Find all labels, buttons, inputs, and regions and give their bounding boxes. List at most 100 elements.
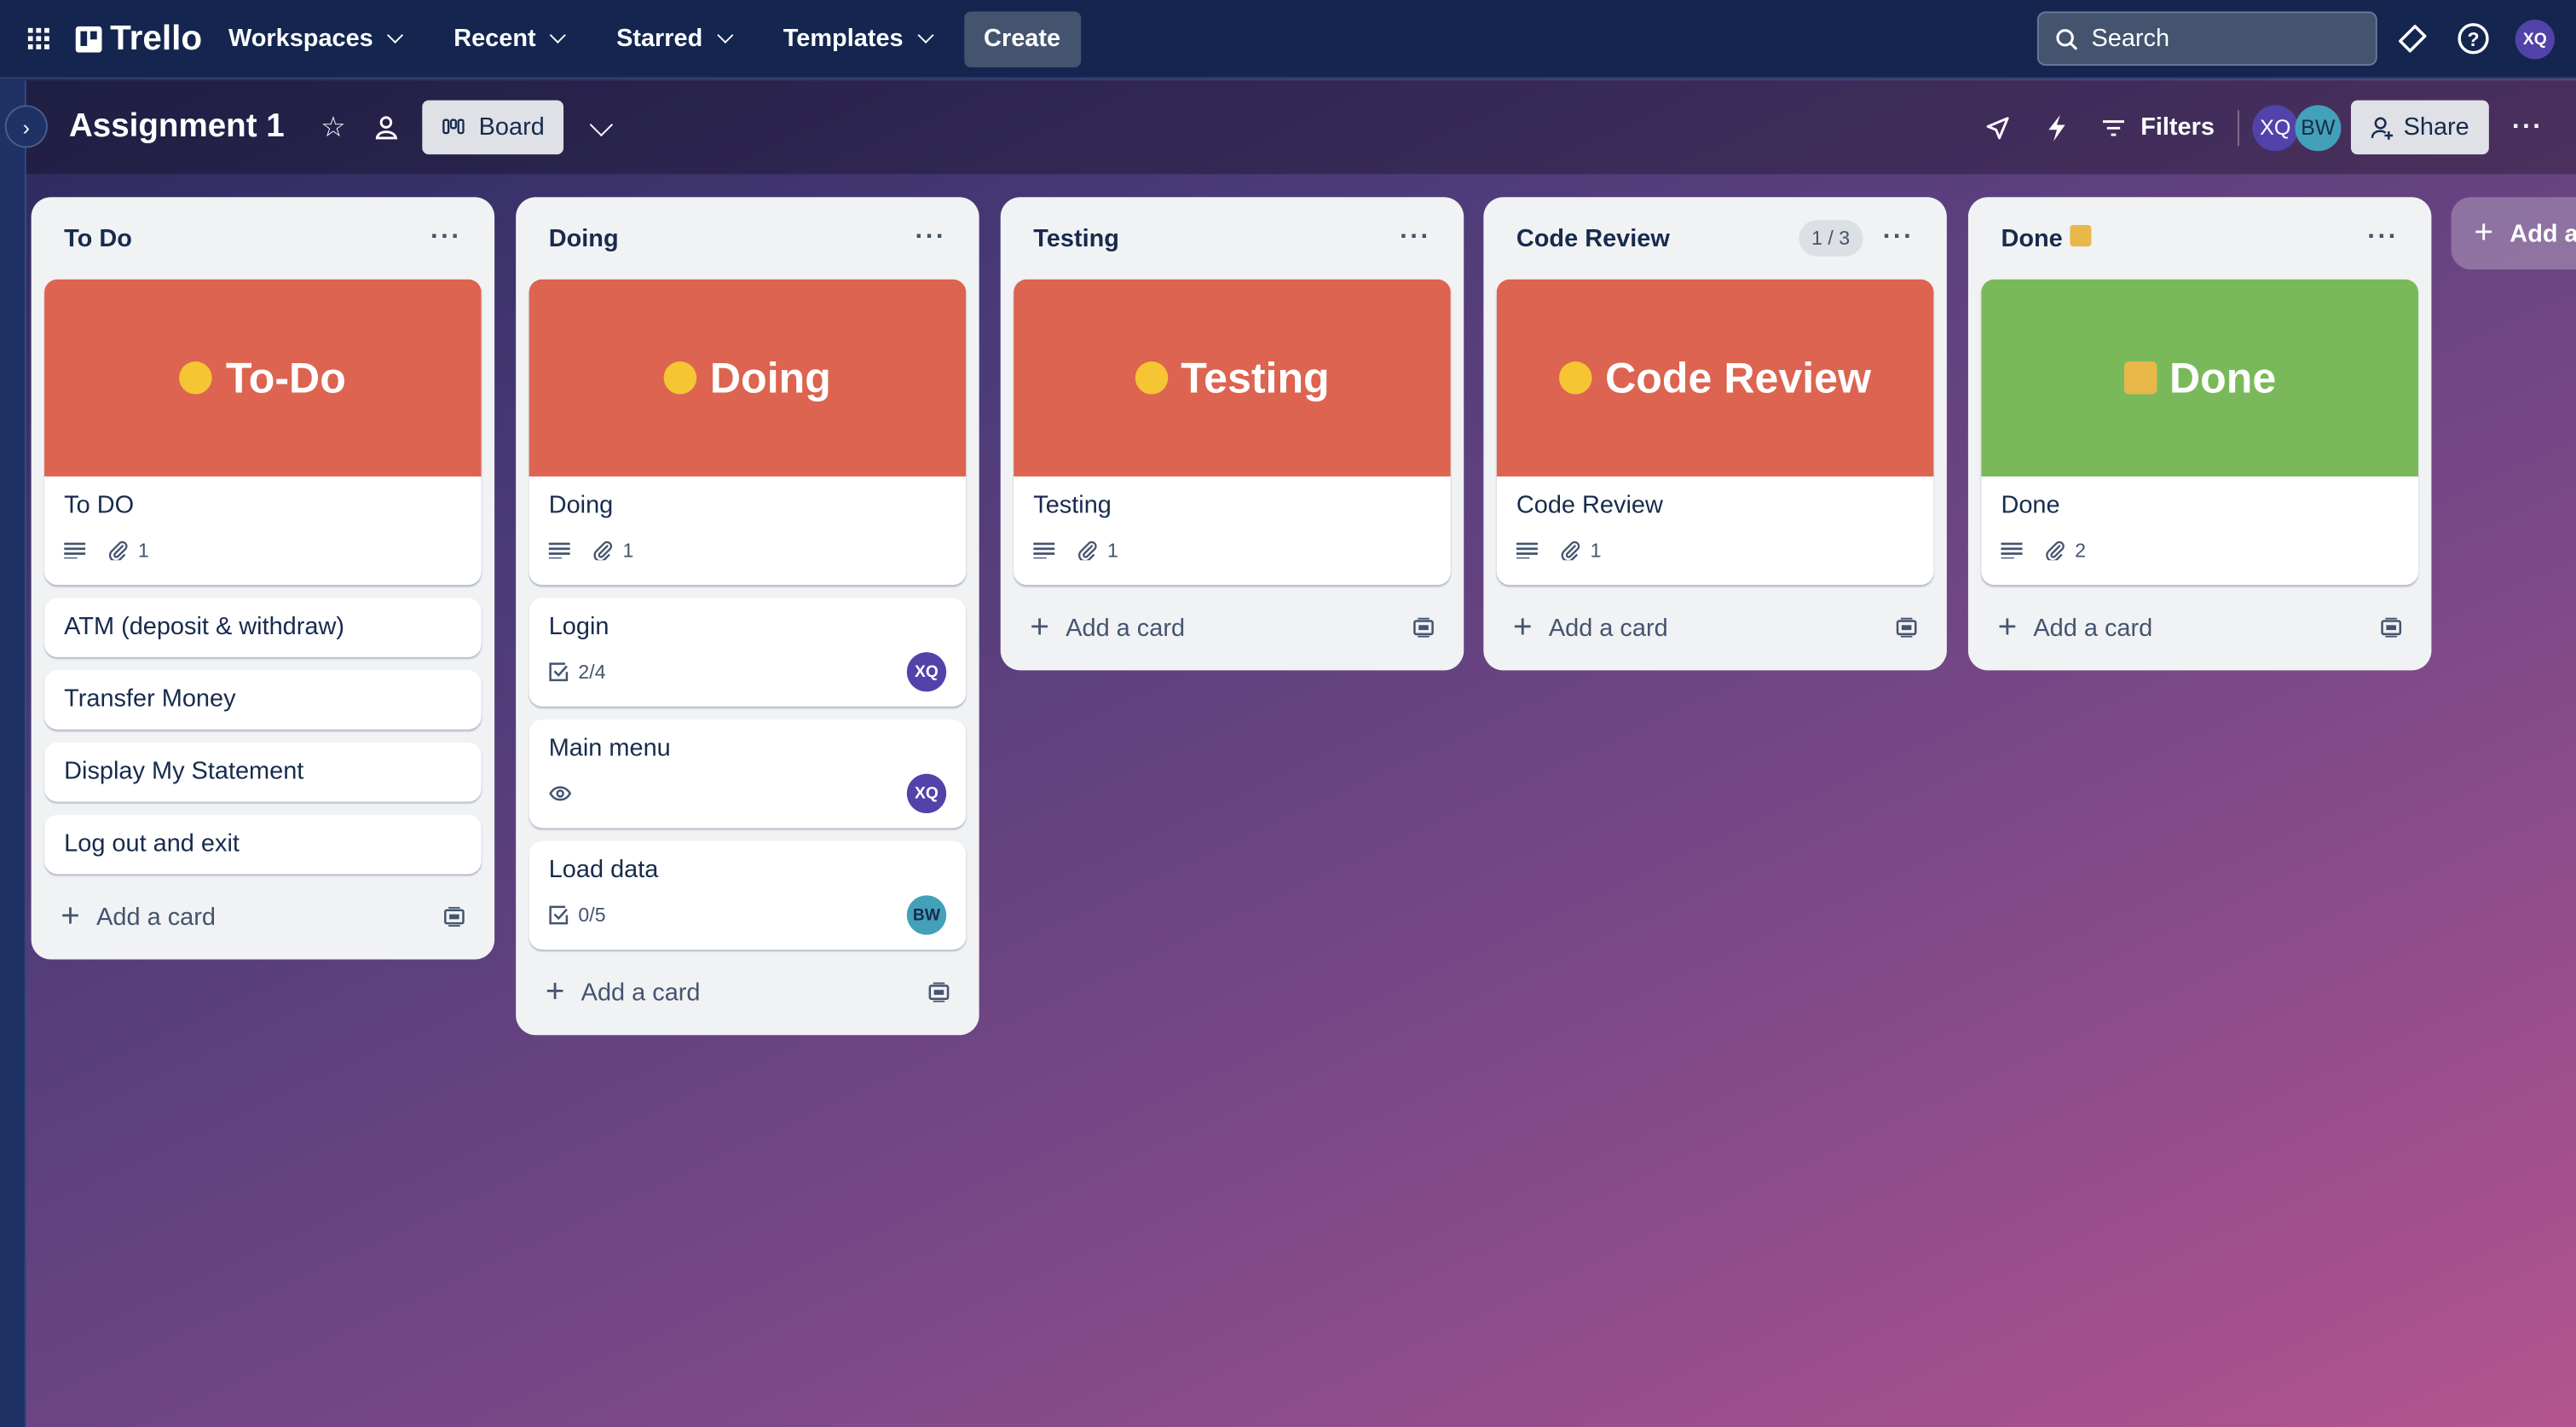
list-title-text: Done bbox=[2001, 224, 2063, 252]
list-actions-more-icon[interactable]: ··· bbox=[1883, 223, 1915, 253]
add-card-label: Add a card bbox=[1066, 613, 1186, 642]
attachments-badge: 1 bbox=[1561, 539, 1602, 562]
user-avatar[interactable]: XQ bbox=[2515, 20, 2555, 60]
search-input[interactable]: Search bbox=[2036, 11, 2377, 66]
board-view-button[interactable]: Board bbox=[423, 100, 564, 155]
plus-icon: + bbox=[1513, 609, 1533, 645]
create-from-template-icon[interactable] bbox=[1896, 617, 1917, 638]
description-icon bbox=[1033, 542, 1055, 559]
nav-label: Templates bbox=[783, 24, 904, 53]
attachments-count: 1 bbox=[137, 539, 149, 563]
nav-label: Workspaces bbox=[228, 24, 373, 53]
card-badges: 0/5 BW bbox=[549, 895, 947, 935]
card-member-avatar[interactable]: XQ bbox=[906, 652, 947, 692]
star-icon[interactable]: ☆ bbox=[321, 111, 345, 144]
filters-label: Filters bbox=[2140, 113, 2215, 142]
card-member-avatar[interactable]: BW bbox=[906, 895, 947, 935]
list-testing: Testing ··· Testing Testing 1 + Add a card bbox=[1000, 197, 1464, 671]
create-button[interactable]: Create bbox=[963, 10, 1081, 67]
nav-recent[interactable]: Recent bbox=[437, 12, 586, 65]
card-badges: 2/4 XQ bbox=[549, 652, 947, 692]
create-from-template-icon[interactable] bbox=[2381, 617, 2402, 638]
board-menu-more-icon[interactable]: ··· bbox=[2512, 113, 2544, 142]
list-done: Done ··· Done Done 2 + Add a card bbox=[1967, 197, 2432, 671]
card-title: Code Review bbox=[1516, 491, 1663, 520]
create-from-template-icon[interactable] bbox=[928, 982, 950, 1002]
member-avatar-xq[interactable]: XQ bbox=[2252, 104, 2299, 151]
add-person-icon bbox=[2371, 116, 2394, 139]
list-header[interactable]: To Do ··· bbox=[44, 197, 482, 279]
card-title: Doing bbox=[548, 491, 614, 520]
card[interactable]: Transfer Money bbox=[44, 670, 482, 730]
board-title[interactable]: Assignment 1 bbox=[69, 108, 285, 146]
card[interactable]: Doing Doing 1 bbox=[528, 279, 967, 586]
attachments-count: 2 bbox=[2075, 539, 2087, 563]
card[interactable]: To-Do To DO 1 bbox=[44, 279, 482, 586]
create-from-template-icon[interactable] bbox=[443, 906, 465, 927]
add-another-list-button[interactable]: + Add another list bbox=[2451, 197, 2576, 270]
description-icon bbox=[1516, 542, 1538, 559]
list-header[interactable]: Doing ··· bbox=[529, 197, 967, 279]
nav-templates[interactable]: Templates bbox=[766, 12, 954, 65]
list-title[interactable]: To Do bbox=[64, 224, 430, 252]
member-avatar-bw[interactable]: BW bbox=[2295, 104, 2342, 151]
plus-icon: + bbox=[61, 898, 80, 934]
app-switcher-icon[interactable] bbox=[26, 26, 53, 52]
card-title: Load data bbox=[548, 856, 659, 884]
card[interactable]: Login 2/4 XQ bbox=[528, 598, 967, 707]
list-title[interactable]: Done bbox=[2001, 224, 2367, 252]
list-title[interactable]: Doing bbox=[549, 224, 915, 252]
list-header[interactable]: Code Review 1 / 3 ··· bbox=[1497, 197, 1934, 279]
list-actions-more-icon[interactable]: ··· bbox=[1400, 223, 1431, 253]
create-from-template-icon[interactable] bbox=[1412, 617, 1434, 638]
card-member-avatar[interactable]: XQ bbox=[906, 773, 947, 814]
share-button[interactable]: Share bbox=[2350, 100, 2489, 155]
filters-button[interactable]: Filters bbox=[2102, 113, 2215, 142]
automation-lightning-icon[interactable] bbox=[2047, 113, 2066, 141]
grimacing-face-icon bbox=[1559, 361, 1592, 395]
logo-text: Trello bbox=[110, 19, 203, 57]
notifications-bell-icon[interactable] bbox=[2395, 23, 2429, 56]
card[interactable]: Display My Statement bbox=[44, 742, 482, 802]
add-card-label: Add a card bbox=[580, 978, 701, 1007]
add-card-button[interactable]: + Add a card bbox=[1981, 598, 2418, 657]
power-ups-rocket-icon[interactable] bbox=[1984, 114, 2011, 141]
trello-logo[interactable]: Trello bbox=[75, 19, 203, 58]
add-card-button[interactable]: + Add a card bbox=[44, 887, 482, 946]
nav-workspaces[interactable]: Workspaces bbox=[212, 12, 425, 65]
card[interactable]: Main menu XQ bbox=[528, 719, 967, 829]
card-cover: To-Do bbox=[44, 279, 482, 477]
paperclip-icon bbox=[1078, 540, 1097, 561]
checklist-icon bbox=[549, 662, 569, 682]
workspace-visibility-icon[interactable] bbox=[375, 115, 400, 140]
card[interactable]: Code Review Code Review 1 bbox=[1496, 279, 1934, 586]
list-header[interactable]: Done ··· bbox=[1981, 197, 2418, 279]
paperclip-icon bbox=[2046, 540, 2065, 561]
nav-starred[interactable]: Starred bbox=[600, 12, 754, 65]
list-header[interactable]: Testing ··· bbox=[1014, 197, 1451, 279]
list-actions-more-icon[interactable]: ··· bbox=[430, 223, 462, 253]
attachments-badge: 1 bbox=[1077, 539, 1118, 562]
attachments-count: 1 bbox=[1107, 539, 1118, 563]
list-actions-more-icon[interactable]: ··· bbox=[2367, 223, 2399, 253]
help-icon[interactable]: ? bbox=[2456, 21, 2490, 55]
add-card-button[interactable]: + Add a card bbox=[1497, 598, 1934, 657]
card[interactable]: Testing Testing 1 bbox=[1014, 279, 1451, 586]
list-title[interactable]: Code Review bbox=[1516, 224, 1799, 252]
list-title[interactable]: Testing bbox=[1033, 224, 1400, 252]
attachments-badge: 2 bbox=[2045, 539, 2086, 562]
list-actions-more-icon[interactable]: ··· bbox=[915, 223, 947, 253]
add-card-button[interactable]: + Add a card bbox=[529, 962, 967, 1021]
chevron-down-icon bbox=[387, 26, 404, 43]
expand-sidebar-button[interactable]: › bbox=[4, 105, 48, 148]
top-navigation-bar: Trello Workspaces Recent Starred Templat… bbox=[0, 0, 2576, 79]
chevron-down-icon bbox=[550, 26, 567, 43]
card[interactable]: Log out and exit bbox=[44, 814, 482, 875]
card[interactable]: ATM (deposit & withdraw) bbox=[44, 598, 482, 657]
card[interactable]: Done Done 2 bbox=[1981, 279, 2418, 586]
add-card-button[interactable]: + Add a card bbox=[1014, 598, 1451, 657]
card[interactable]: Load data 0/5 BW bbox=[528, 841, 967, 950]
divider bbox=[2237, 109, 2239, 146]
view-switcher-chevron-icon[interactable] bbox=[590, 112, 614, 136]
card-title: ATM (deposit & withdraw) bbox=[64, 612, 344, 641]
